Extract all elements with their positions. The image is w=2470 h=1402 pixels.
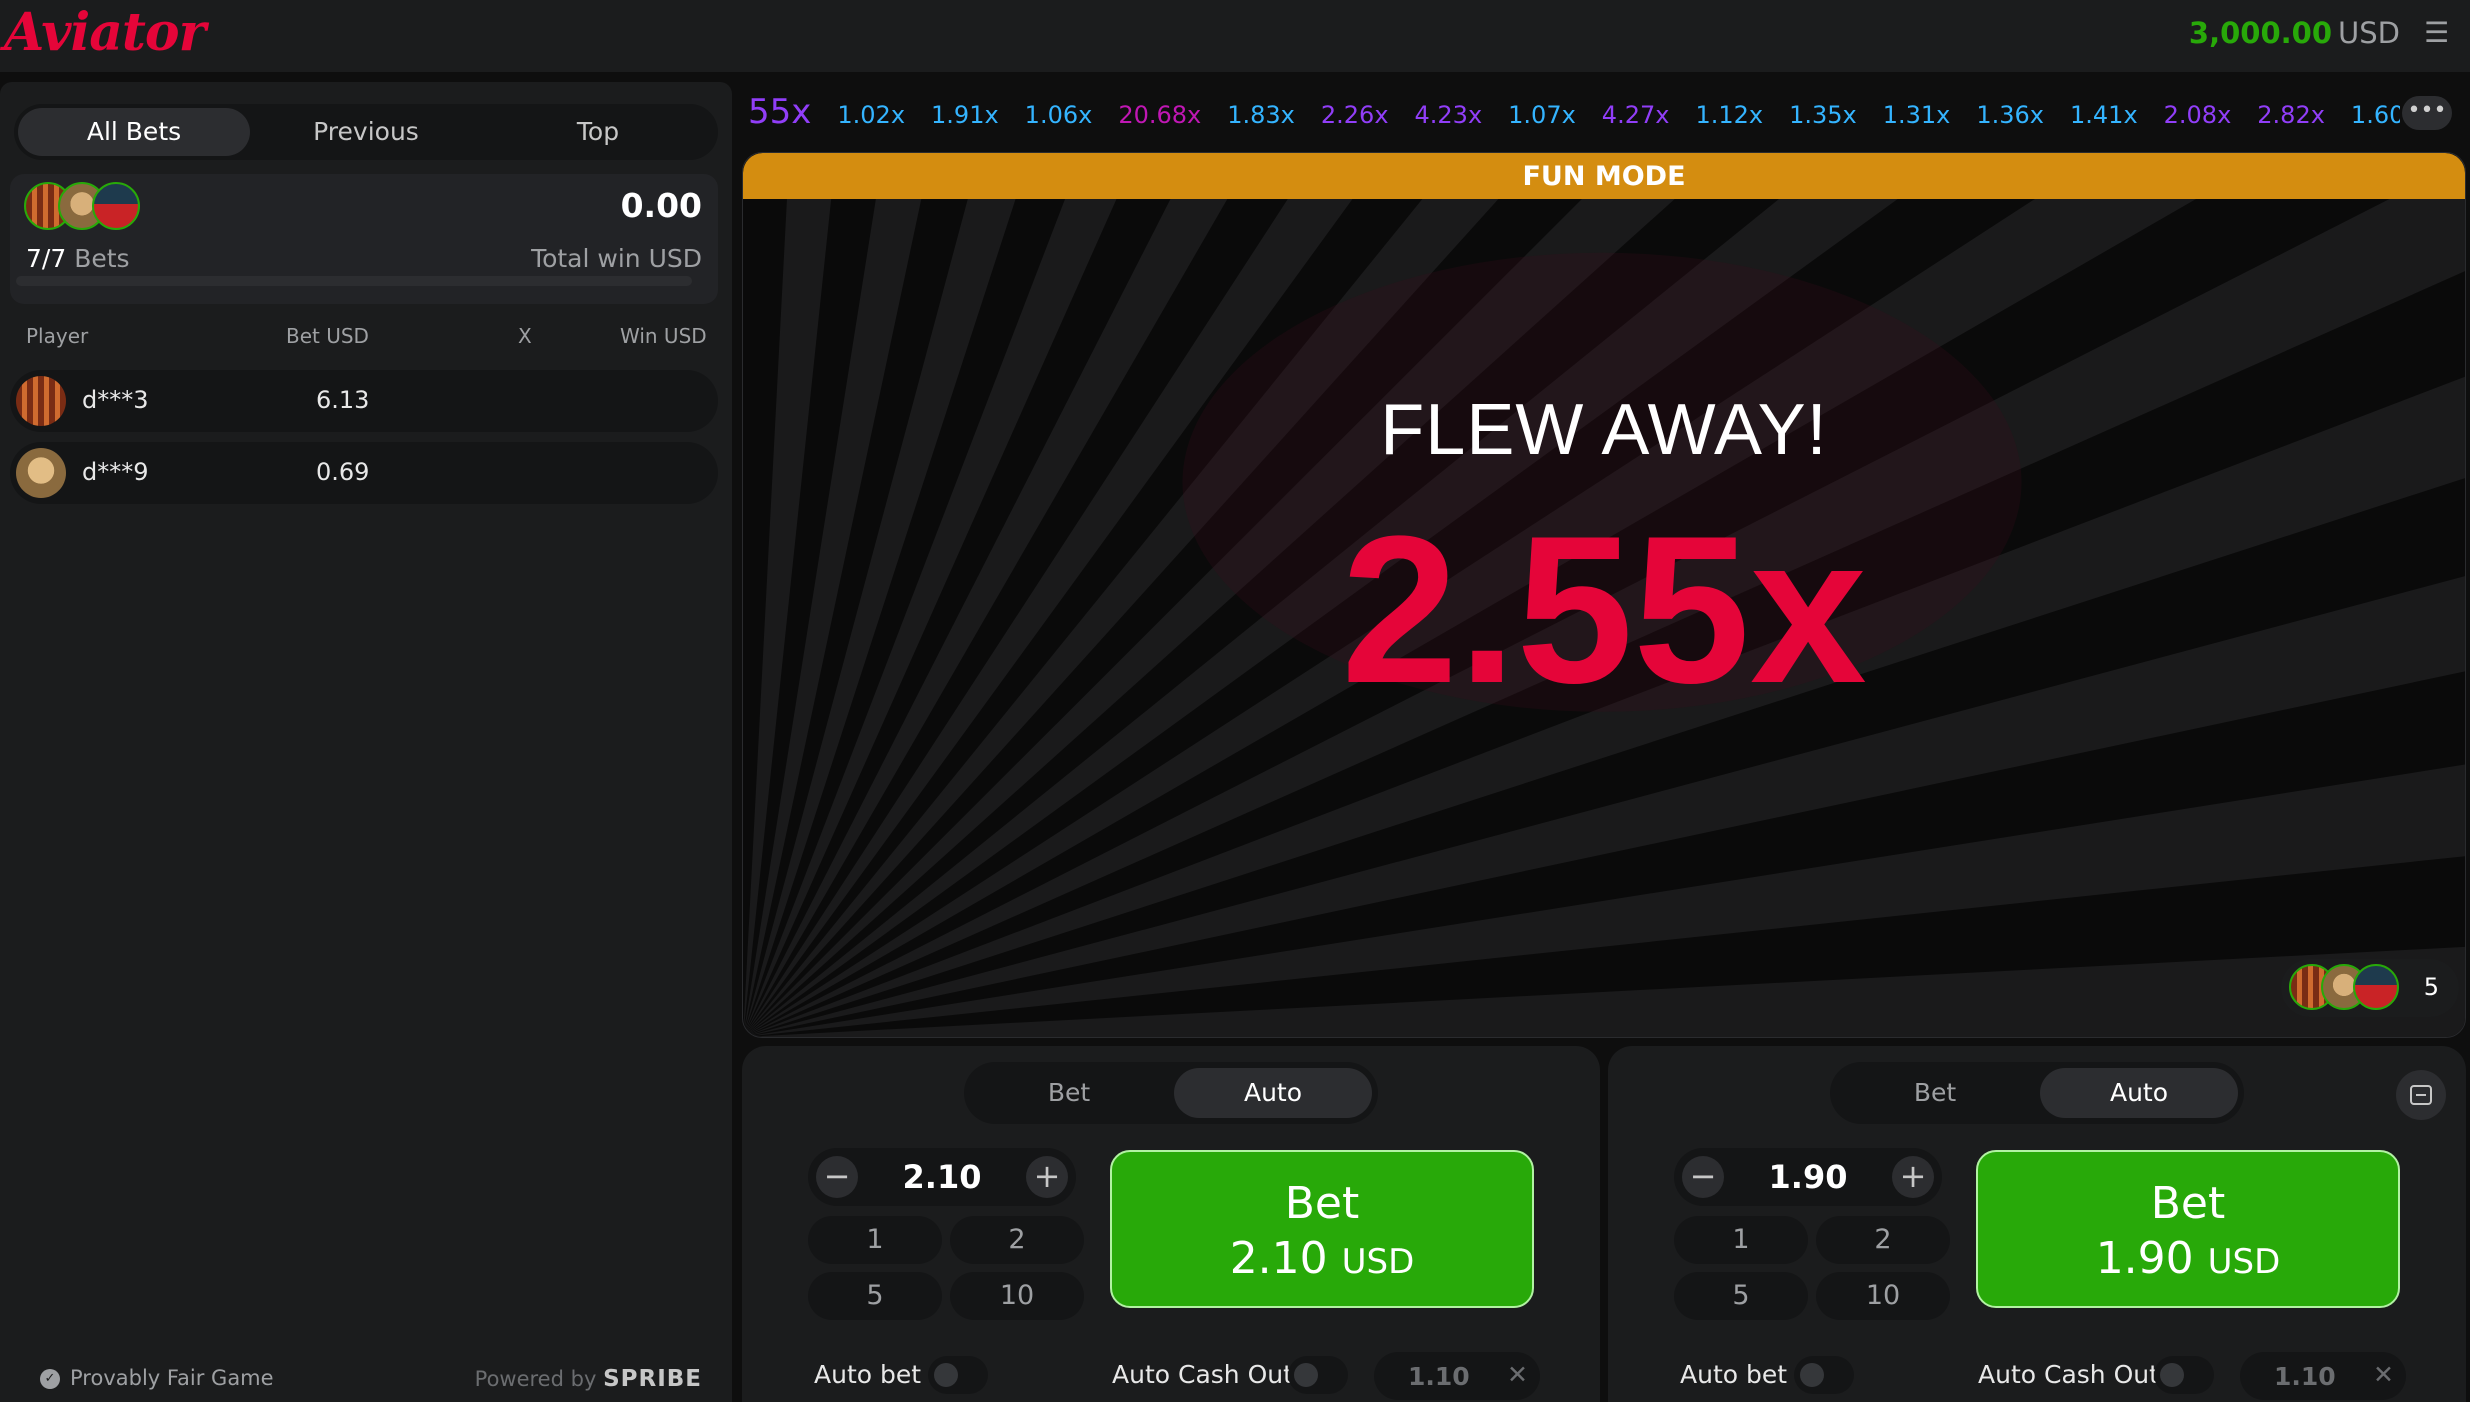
bet-amount-stepper: − 2.10 +: [808, 1148, 1076, 1206]
tab-previous[interactable]: Previous: [250, 108, 482, 156]
history-multiplier[interactable]: 4.27x: [1602, 93, 1670, 134]
auto-cashout-toggle[interactable]: [1288, 1356, 1348, 1394]
increase-button[interactable]: +: [1892, 1156, 1934, 1198]
fun-mode-banner: FUN MODE: [743, 153, 2465, 199]
auto-settings: Auto bet Auto Cash Out 1.10 ✕: [742, 1336, 1600, 1402]
shield-check-icon: ✓: [40, 1369, 60, 1389]
bet-row-user: d***9: [82, 458, 149, 486]
powered-by: Powered by SPRIBE: [474, 1366, 702, 1392]
auto-bet-toggle[interactable]: [928, 1356, 988, 1394]
avatar: [2353, 964, 2399, 1010]
auto-cashout-label: Auto Cash Out: [1112, 1360, 1293, 1389]
online-players[interactable]: 5: [2281, 959, 2459, 1017]
avatar: [16, 376, 66, 426]
balance: 3,000.00 USD: [2189, 16, 2400, 50]
total-win-value: 0.00: [620, 186, 702, 225]
auto-cashout-input[interactable]: 1.10 ✕: [2240, 1352, 2406, 1400]
bet-mode-tabs: Bet Auto: [964, 1062, 1378, 1124]
history-multiplier[interactable]: 1.91x: [931, 93, 999, 134]
increase-button[interactable]: +: [1026, 1156, 1068, 1198]
history-multiplier[interactable]: 1.35x: [1789, 93, 1857, 134]
quick-amount-button[interactable]: 10: [1816, 1272, 1950, 1320]
bets-panel: All Bets Previous Top 7/7 Bets 0.00 Tota…: [0, 82, 732, 1402]
quick-amount-button[interactable]: 1: [808, 1216, 942, 1264]
balance-amount: 3,000.00: [2188, 16, 2333, 50]
bet-row-amount: 0.69: [316, 458, 370, 486]
bettor-avatars: [24, 182, 144, 234]
provably-fair-link[interactable]: ✓ Provably Fair Game: [40, 1366, 274, 1390]
history-multiplier[interactable]: 55x: [748, 90, 811, 134]
tab-all-bets[interactable]: All Bets: [18, 108, 250, 156]
auto-bet-label: Auto bet: [1680, 1360, 1788, 1389]
history-multiplier[interactable]: 2.26x: [1321, 93, 1389, 134]
quick-amount-button[interactable]: 2: [950, 1216, 1084, 1264]
bet-row: d***9 0.69: [10, 442, 718, 504]
history-multiplier[interactable]: 2.08x: [2164, 93, 2232, 134]
history-multiplier[interactable]: 1.60x: [2351, 93, 2400, 134]
bets-count: 7/7 Bets: [26, 244, 130, 273]
bets-progress-bar: [16, 276, 692, 286]
top-bar: Aviator 3,000.00 USD ☰: [0, 0, 2470, 72]
total-win-label: Total win USD: [531, 244, 702, 273]
remove-panel-button[interactable]: [2396, 1070, 2446, 1120]
quick-amount-button[interactable]: 5: [808, 1272, 942, 1320]
bets-tabs: All Bets Previous Top: [14, 104, 718, 160]
history-multiplier[interactable]: 1.06x: [1025, 93, 1093, 134]
quick-amount-button[interactable]: 5: [1674, 1272, 1808, 1320]
clear-icon[interactable]: ✕: [2373, 1360, 2394, 1389]
quick-amount-button[interactable]: 10: [950, 1272, 1084, 1320]
tab-bet[interactable]: Bet: [1836, 1068, 2034, 1118]
column-player: Player: [26, 324, 89, 348]
auto-cashout-input[interactable]: 1.10 ✕: [1374, 1352, 1540, 1400]
history-multiplier[interactable]: 4.23x: [1415, 93, 1483, 134]
auto-cashout-label: Auto Cash Out: [1978, 1360, 2159, 1389]
history-multiplier[interactable]: 2.82x: [2257, 93, 2325, 134]
hamburger-menu-icon[interactable]: ☰: [2424, 19, 2450, 47]
auto-bet-label: Auto bet: [814, 1360, 922, 1389]
avatar: [16, 448, 66, 498]
bet-row-user: d***3: [82, 386, 149, 414]
column-x: X: [518, 324, 532, 348]
game-canvas: FUN MODE FLEW AWAY! 2.55x 5: [742, 152, 2466, 1038]
clear-icon[interactable]: ✕: [1507, 1360, 1528, 1389]
auto-settings: Auto bet Auto Cash Out 1.10 ✕: [1608, 1336, 2466, 1402]
bet-amount-stepper: − 1.90 +: [1674, 1148, 1942, 1206]
auto-bet-toggle[interactable]: [1794, 1356, 1854, 1394]
tab-auto[interactable]: Auto: [1174, 1068, 1372, 1118]
avatar: [92, 182, 140, 230]
auto-cashout-toggle[interactable]: [2154, 1356, 2214, 1394]
history-multiplier[interactable]: 20.68x: [1118, 93, 1201, 134]
quick-amount-button[interactable]: 2: [1816, 1216, 1950, 1264]
bet-row-amount: 6.13: [316, 386, 370, 414]
bet-row: d***3 6.13: [10, 370, 718, 432]
history-multiplier[interactable]: 1.41x: [2070, 93, 2138, 134]
tab-auto[interactable]: Auto: [2040, 1068, 2238, 1118]
tab-top[interactable]: Top: [482, 108, 714, 156]
column-bet: Bet USD: [286, 324, 369, 348]
multiplier-history: 55x 1.02x 1.91x 1.06x 20.68x 1.83x 2.26x 4.23x 1…: [744, 90, 2400, 134]
history-multiplier[interactable]: 1.83x: [1227, 93, 1295, 134]
flew-away-text: FLEW AWAY!: [1380, 390, 1828, 470]
spribe-logo: SPRIBE: [603, 1366, 702, 1392]
minus-square-icon: [2410, 1085, 2432, 1105]
history-multiplier[interactable]: 1.02x: [837, 93, 905, 134]
players-count: 5: [2423, 973, 2439, 1001]
place-bet-button[interactable]: Bet 2.10 USD: [1110, 1150, 1534, 1308]
bet-panel-2: Bet Auto − 1.90 + 1 2 5 10 Bet 1.90 USD …: [1608, 1046, 2466, 1402]
quick-amount-button[interactable]: 1: [1674, 1216, 1808, 1264]
column-win: Win USD: [620, 324, 707, 348]
place-bet-button[interactable]: Bet 1.90 USD: [1976, 1150, 2400, 1308]
history-multiplier[interactable]: 1.07x: [1508, 93, 1576, 134]
app-logo: Aviator: [4, 2, 206, 63]
history-multiplier[interactable]: 1.31x: [1883, 93, 1951, 134]
balance-currency: USD: [2338, 16, 2400, 50]
crash-multiplier: 2.55x: [1341, 492, 1867, 727]
history-more-button[interactable]: •••: [2402, 96, 2452, 130]
bet-panel-1: Bet Auto − 2.10 + 1 2 5 10 Bet 2.10 USD …: [742, 1046, 1600, 1402]
bet-mode-tabs: Bet Auto: [1830, 1062, 2244, 1124]
tab-bet[interactable]: Bet: [970, 1068, 1168, 1118]
history-multiplier[interactable]: 1.12x: [1695, 93, 1763, 134]
history-multiplier[interactable]: 1.36x: [1976, 93, 2044, 134]
